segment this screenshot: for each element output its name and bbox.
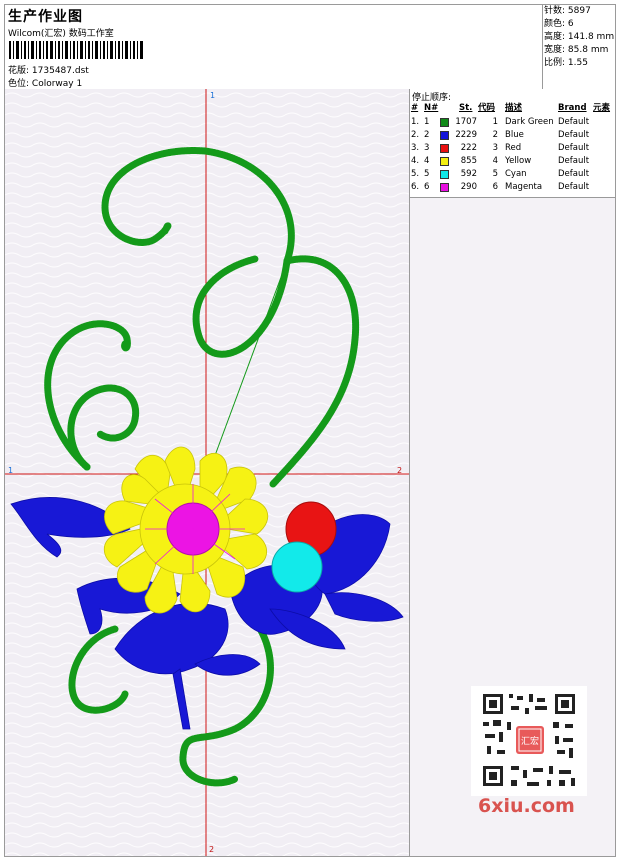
thread-description: Blue [505,130,524,140]
color-stop-row: 6. 6 290 6 Magenta Default [410,181,615,194]
design-stats: 针数: 5897 颜色: 6 高度: 141.8 mm 宽度: 85.8 mm … [542,5,616,89]
file-name-label: 花版: [8,66,30,76]
color-table: 停止顺序: # N# St. 代码 描述 Brand 元素 1. 1 1707 1 Da… [410,89,615,198]
needle-number: 4 [424,156,430,166]
stat-height: 高度: 141.8 mm [544,32,615,42]
needle-number: 5 [424,169,430,179]
thread-description: Yellow [505,156,532,166]
color-table-header: # N# St. 代码 描述 Brand 元素 [411,103,611,113]
colorway-line: 色位: Colorway 1 [8,76,82,89]
file-name-line: 花版: 1735487.dst [8,63,89,76]
qr-stamp: 汇宏 [521,735,539,747]
cyan-berry [271,541,323,593]
stat-scale: 比例: 1.55 [544,58,588,68]
file-name-value: 1735487.dst [31,66,89,76]
needle-number: 1 [424,117,430,127]
thread-code: 2 [492,130,498,140]
stitch-count: 222 [460,143,477,153]
thread-color-swatch [440,157,449,166]
stitch-count: 592 [460,169,477,179]
stitch-count: 2229 [455,130,477,140]
thread-brand: Default [558,182,590,192]
color-stop-row: 5. 5 592 5 Cyan Default [410,168,615,181]
thread-code: 4 [492,156,498,166]
header: 生产作业图 Wilcom(汇宏) 数码工作室 花版: 1735487.dst 色… [5,5,615,90]
color-stop-row: 3. 3 222 3 Red Default [410,142,615,155]
thread-description: Magenta [505,182,543,192]
needle-number: 3 [424,143,430,153]
needle-number: 6 [424,182,430,192]
thread-code: 6 [492,182,498,192]
thread-description: Dark Green [505,117,554,127]
needle-number: 2 [424,130,430,140]
thread-code: 5 [492,169,498,179]
thread-code: 1 [492,117,498,127]
worksheet-frame: 生产作业图 Wilcom(汇宏) 数码工作室 花版: 1735487.dst 色… [4,4,616,857]
axis-label-right: 2 [397,466,403,475]
thread-description: Cyan [505,169,527,179]
thread-brand: Default [558,156,590,166]
barcode-icon [9,41,143,59]
stop-number: 2. [411,130,420,140]
stop-number: 4. [411,156,420,166]
axis-label-top: 1 [210,91,216,100]
axis-label-left: 1 [8,466,14,475]
thread-code: 3 [492,143,498,153]
thread-color-swatch [440,170,449,179]
stat-colors: 颜色: 6 [544,19,574,29]
stitch-count: 290 [460,182,477,192]
thread-brand: Default [558,169,590,179]
watermark: 6xiu.com [478,795,575,817]
thread-brand: Default [558,130,590,140]
stop-number: 5. [411,169,420,179]
colorway-label: 色位: [8,79,30,89]
thread-brand: Default [558,117,590,127]
stat-width: 宽度: 85.8 mm [544,45,609,55]
embroidery-preview: 1 1 2 2 [5,89,410,856]
color-stop-row: 2. 2 2229 2 Blue Default [410,129,615,142]
page-title: 生产作业图 [8,9,83,25]
embroidery-design [5,89,409,856]
page-subtitle: Wilcom(汇宏) 数码工作室 [8,29,114,39]
stitch-count: 1707 [455,117,477,127]
color-stop-row: 4. 4 855 4 Yellow Default [410,155,615,168]
colorway-value: Colorway 1 [31,79,83,89]
color-stop-row: 1. 1 1707 1 Dark Green Default [410,116,615,129]
axis-label-bottom: 2 [209,845,215,854]
thread-brand: Default [558,143,590,153]
stat-stitches: 针数: 5897 [544,6,591,16]
thread-color-swatch [440,131,449,140]
stitch-count: 855 [460,156,477,166]
thread-description: Red [505,143,522,153]
thread-color-swatch [440,183,449,192]
thread-color-swatch [440,144,449,153]
stop-number: 3. [411,143,420,153]
stop-number: 6. [411,182,420,192]
stop-number: 1. [411,117,420,127]
thread-color-swatch [440,118,449,127]
qr-code-icon: 汇宏 [471,686,587,796]
